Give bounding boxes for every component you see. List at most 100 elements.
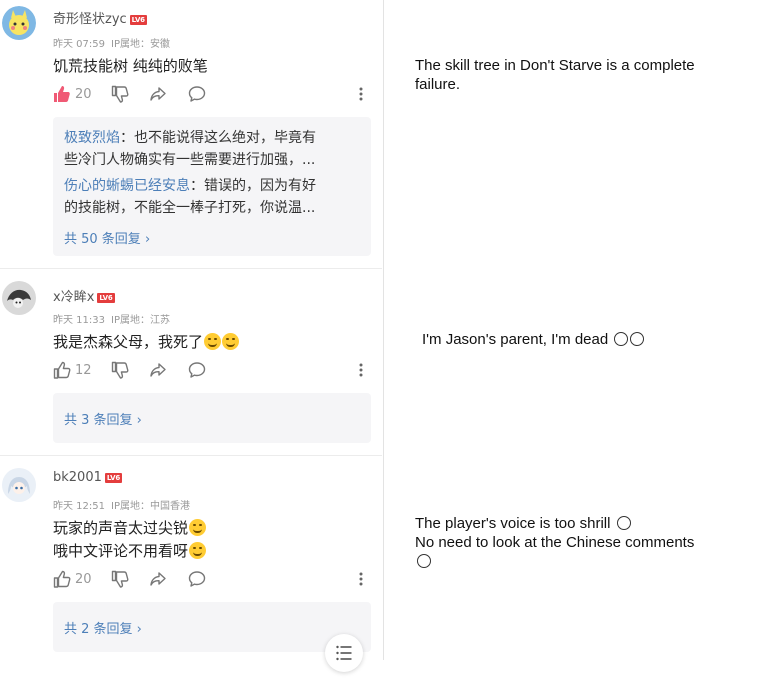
comment-text-body: 哦中文评论不用看呀 — [53, 542, 189, 560]
translation-line: The player's voice is too shrill — [415, 515, 611, 532]
translation-3: The player's voice is too shrill No need… — [415, 514, 694, 571]
view-all-replies-link[interactable]: 共 3 条回复 › — [64, 409, 142, 428]
more-button[interactable] — [356, 84, 366, 104]
emoji-icon — [630, 332, 645, 346]
timestamp: 昨天 07:59 — [53, 39, 105, 50]
username[interactable]: 奇形怪状zyc LV6 — [53, 8, 147, 27]
username-text[interactable]: bk2001 — [53, 470, 102, 485]
dislike-button[interactable] — [111, 360, 129, 380]
username[interactable]: bk2001 LV6 — [53, 470, 123, 485]
like-button[interactable]: 20 — [53, 84, 92, 104]
reply-item[interactable]: 极致烈焰：也不能说得这么绝对，毕竟有 — [64, 127, 359, 149]
ip-location: IP属地：中国香港 — [111, 501, 190, 512]
reply-text: 也不能说得这么绝对，毕竟有 — [134, 130, 316, 146]
grin-sweat-emoji-icon — [204, 333, 222, 350]
comment-text-line: 哦中文评论不用看呀 — [53, 540, 207, 562]
more-icon — [359, 363, 363, 377]
reply-text: 错误的，因为有好 — [204, 178, 316, 194]
translation-1: The skill tree in Don't Starve is a comp… — [415, 56, 695, 94]
reply-button[interactable] — [188, 84, 206, 104]
comment-text-body: 我是杰森父母，我死了 — [53, 333, 204, 351]
comment-icon — [188, 86, 206, 102]
reply-button[interactable] — [188, 360, 206, 380]
reply-item[interactable]: 伤心的蜥蜴已经安息：错误的，因为有好 — [64, 175, 359, 197]
avatar[interactable] — [2, 281, 36, 315]
menu-fab-button[interactable] — [325, 634, 363, 672]
more-icon — [359, 87, 363, 101]
crying-laughing-emoji-icon — [189, 519, 207, 536]
dislike-icon — [111, 361, 129, 379]
view-all-replies-link[interactable]: 共 50 条回复 › — [64, 228, 150, 247]
share-icon — [150, 363, 166, 377]
reply-preview-box[interactable]: 共 2 条回复 › — [53, 602, 371, 652]
view-all-replies-link[interactable]: 共 2 条回复 › — [64, 618, 142, 637]
dislike-button[interactable] — [111, 84, 129, 104]
translation-line: The skill tree in Don't Starve is a comp… — [415, 57, 695, 74]
like-count: 12 — [75, 362, 92, 378]
like-count: 20 — [75, 571, 92, 587]
level-badge: LV6 — [129, 15, 147, 25]
share-button[interactable] — [149, 84, 167, 104]
translation-line: No need to look at the Chinese comments — [415, 534, 695, 551]
level-badge: LV6 — [97, 293, 115, 303]
comment-actions: 20 — [53, 569, 373, 589]
translation-line: I'm Jason's parent, I'm dead — [422, 331, 609, 348]
dislike-button[interactable] — [111, 569, 129, 589]
reply-username[interactable]: 伤心的蜥蜴已经安息 — [64, 178, 190, 194]
dislike-icon — [111, 85, 129, 103]
reply-text-continued: 的技能树，不能全一棒子打死，你说温... — [64, 200, 316, 216]
comment-meta: 昨天 12:51 IP属地：中国香港 — [53, 497, 190, 512]
like-icon — [54, 86, 70, 102]
username-text[interactable]: 奇形怪状zyc — [53, 12, 127, 27]
comment-item: 奇形怪状zyc LV6 昨天 07:59 IP属地：安徽 饥荒技能树 纯纯的败笔 2… — [0, 0, 382, 268]
emoji-icon — [417, 554, 431, 568]
share-button[interactable] — [149, 360, 167, 380]
dislike-icon — [111, 570, 129, 588]
comment-item: x冷眸xLV6 昨天 11:33 IP属地：江苏 我是杰森父母，我死了 12 — [0, 269, 382, 455]
more-button[interactable] — [356, 569, 366, 589]
comment-text: 饥荒技能树 纯纯的败笔 — [53, 57, 208, 75]
ip-location: IP属地：江苏 — [111, 315, 170, 326]
ip-location: IP属地：安徽 — [111, 39, 170, 50]
comment-panel: 奇形怪状zyc LV6 昨天 07:59 IP属地：安徽 饥荒技能树 纯纯的败笔 2… — [0, 0, 383, 678]
comment-text: 我是杰森父母，我死了 — [53, 331, 240, 353]
timestamp: 昨天 12:51 — [53, 501, 105, 512]
reply-preview-box[interactable]: 共 3 条回复 › — [53, 393, 371, 443]
comment-meta: 昨天 11:33 IP属地：江苏 — [53, 311, 170, 326]
avatar[interactable] — [2, 468, 36, 502]
username-text[interactable]: x冷眸x — [53, 290, 94, 305]
avatar[interactable] — [2, 6, 36, 40]
menu-icon — [336, 645, 352, 661]
more-button[interactable] — [356, 360, 366, 380]
share-icon — [150, 572, 166, 586]
level-badge: LV6 — [104, 473, 123, 483]
like-icon — [53, 361, 71, 379]
emoji-icon — [614, 332, 629, 346]
reply-button[interactable] — [188, 569, 206, 589]
translation-line: failure. — [415, 76, 461, 93]
reply-separator: ： — [190, 178, 204, 194]
reply-text-continued: 些冷门人物确实有一些需要进行加强，... — [64, 152, 316, 168]
flushed-emoji-icon — [189, 542, 207, 559]
comment-text-line: 玩家的声音太过尖锐 — [53, 517, 207, 539]
comment-meta: 昨天 07:59 IP属地：安徽 — [53, 35, 170, 50]
reply-username[interactable]: 极致烈焰 — [64, 130, 120, 146]
like-button[interactable]: 12 — [53, 360, 92, 380]
translation-panel: The skill tree in Don't Starve is a comp… — [384, 0, 763, 678]
grin-sweat-emoji-icon — [222, 333, 240, 350]
comment-text-body: 玩家的声音太过尖锐 — [53, 519, 189, 537]
more-icon — [359, 572, 363, 586]
like-button[interactable]: 20 — [53, 569, 92, 589]
reply-separator: ： — [120, 130, 134, 146]
like-icon — [53, 570, 71, 588]
share-icon — [150, 87, 166, 101]
like-count: 20 — [75, 86, 92, 102]
comment-actions: 12 — [53, 360, 373, 380]
username[interactable]: x冷眸x LV6 — [53, 286, 115, 305]
share-button[interactable] — [149, 569, 167, 589]
comment-actions: 20 — [53, 84, 373, 104]
translation-2: I'm Jason's parent, I'm dead — [422, 330, 645, 349]
reply-preview-box[interactable]: 极致烈焰：也不能说得这么绝对，毕竟有 些冷门人物确实有一些需要进行加强，... … — [53, 117, 371, 256]
timestamp: 昨天 11:33 — [53, 315, 105, 326]
comment-icon — [188, 362, 206, 378]
